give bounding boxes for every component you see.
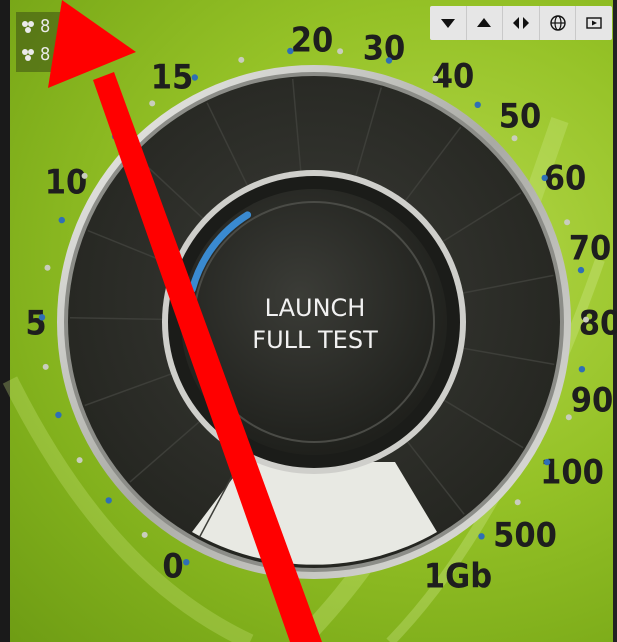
scale-dot xyxy=(583,316,589,323)
scale-dot xyxy=(81,172,88,179)
stat-row-2: 8 xyxy=(20,44,50,65)
scale-tick-marker xyxy=(577,266,585,274)
scale-tick-marker xyxy=(191,74,198,81)
scale-label: 50 xyxy=(499,97,542,137)
scale-label: 40 xyxy=(432,57,475,97)
globe-icon xyxy=(549,15,566,31)
scale-dot xyxy=(42,363,49,370)
scale-label: 100 xyxy=(540,453,604,493)
scale-label: 10 xyxy=(45,163,88,203)
film-button[interactable] xyxy=(576,6,612,40)
scale-tick-marker xyxy=(287,47,294,55)
scale-label: 30 xyxy=(363,29,406,69)
stat-value-1: 8 xyxy=(40,16,51,37)
scale-tick-marker xyxy=(541,174,548,182)
scale-tick-marker xyxy=(543,458,551,466)
triangle-down-icon xyxy=(440,19,455,28)
connection-icon xyxy=(22,20,34,33)
scale-label: 5 xyxy=(25,304,46,344)
scale-dot xyxy=(149,100,156,107)
launch-full-test-button[interactable]: LAUNCH FULL TEST xyxy=(235,292,395,356)
scale-dot xyxy=(238,56,245,63)
scale-tick-marker xyxy=(578,366,586,373)
left-right-arrows-icon xyxy=(512,17,529,29)
connection-icon xyxy=(22,48,34,61)
scale-tick-marker xyxy=(478,533,485,540)
sort-up-button[interactable] xyxy=(467,6,504,40)
scale-label: 500 xyxy=(493,516,557,556)
scale-dot xyxy=(141,531,148,538)
scale-tick-marker xyxy=(55,411,62,419)
scale-label: 1Gb xyxy=(424,557,492,597)
scale-dot xyxy=(565,414,572,421)
scale-label: 15 xyxy=(151,58,194,98)
scale-label: 60 xyxy=(544,159,587,199)
scale-tick-marker xyxy=(183,559,190,566)
left-right-button[interactable] xyxy=(503,6,540,40)
stat-value-2: 8 xyxy=(40,44,51,65)
scale-dot xyxy=(514,499,521,506)
scale-dot xyxy=(76,457,83,464)
scale-dot xyxy=(564,219,571,226)
scale-label: 80 xyxy=(579,304,617,344)
scale-label: 70 xyxy=(569,229,612,269)
launch-label-line2: FULL TEST xyxy=(252,326,378,354)
scale-tick-marker xyxy=(474,101,481,109)
scale-tick-marker xyxy=(58,216,65,224)
scale-dot xyxy=(44,264,51,271)
scale-tick-marker xyxy=(111,133,119,140)
scale-label: 0 xyxy=(162,547,183,587)
scale-label: 20 xyxy=(291,21,334,61)
launch-label-line1: LAUNCH xyxy=(264,294,366,322)
connection-stats-box: 8 8 xyxy=(16,12,62,72)
film-icon xyxy=(586,17,602,29)
scale-dot xyxy=(432,75,439,82)
stat-row-1: 8 xyxy=(20,16,50,37)
scale-tick-marker xyxy=(105,497,112,504)
scale-dot xyxy=(511,135,518,142)
triangle-up-icon xyxy=(477,18,492,27)
sort-down-button[interactable] xyxy=(430,6,467,40)
speedtest-screen: 0 5 10 15 20 30 40 50 60 70 80 90 100 500 1Gb LAUNCH F… xyxy=(0,0,617,642)
scale-label: 90 xyxy=(571,381,614,421)
globe-button[interactable] xyxy=(540,6,577,40)
scale-dot xyxy=(337,48,344,55)
top-toolbar xyxy=(430,6,612,40)
scale-tick-marker xyxy=(385,57,393,64)
scale-tick-marker xyxy=(38,314,46,321)
